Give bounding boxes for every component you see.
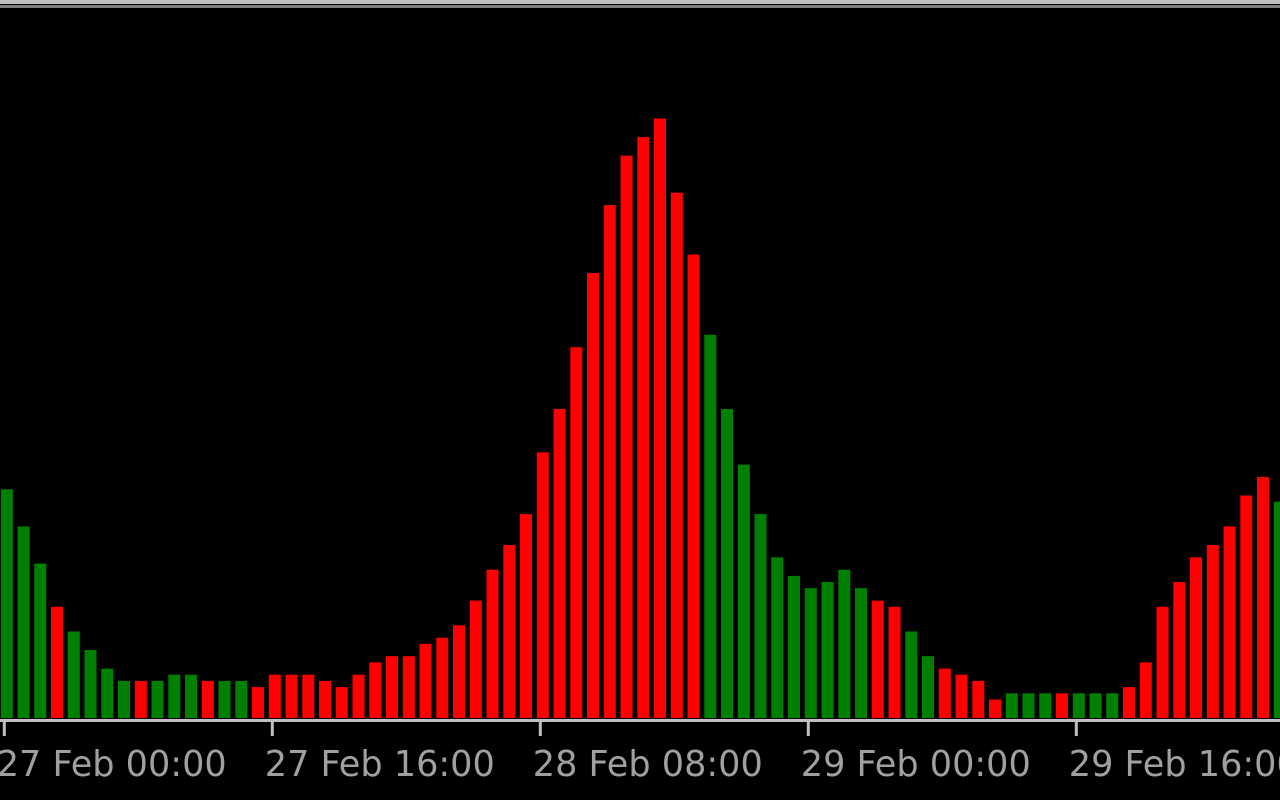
histogram-bar[interactable] <box>855 588 867 718</box>
histogram-bar[interactable] <box>469 600 482 718</box>
histogram-bar[interactable] <box>436 637 449 718</box>
histogram-bar[interactable] <box>871 600 884 718</box>
histogram-bar[interactable] <box>386 656 398 718</box>
x-tick-mark <box>1074 722 1078 736</box>
bar-series <box>0 118 1280 719</box>
volume-histogram[interactable]: 27 Feb 00:00 27 Feb 16:00 28 Feb 08:00 29 F… <box>0 0 1280 800</box>
histogram-bar[interactable] <box>788 575 800 718</box>
histogram-bar[interactable] <box>185 674 197 718</box>
histogram-bar[interactable] <box>67 631 80 719</box>
histogram-bar[interactable] <box>235 680 248 718</box>
histogram-bar[interactable] <box>268 674 281 718</box>
histogram-bar[interactable] <box>453 625 465 718</box>
histogram-bar[interactable] <box>134 680 147 718</box>
histogram-bar[interactable] <box>938 668 951 718</box>
histogram-bar[interactable] <box>419 643 432 718</box>
histogram-bar[interactable] <box>520 514 532 718</box>
histogram-bar[interactable] <box>168 674 181 718</box>
histogram-bar[interactable] <box>922 656 934 718</box>
histogram-bar[interactable] <box>0 489 13 718</box>
histogram-bar[interactable] <box>838 569 851 718</box>
x-tick-mark <box>806 722 810 736</box>
histogram-bar[interactable] <box>905 631 918 719</box>
x-axis <box>0 719 1280 722</box>
histogram-bar[interactable] <box>486 569 499 718</box>
histogram-bar[interactable] <box>17 526 30 718</box>
histogram-bar[interactable] <box>352 674 365 718</box>
histogram-bar[interactable] <box>670 192 683 718</box>
histogram-bar[interactable] <box>1257 477 1269 718</box>
histogram-bar[interactable] <box>1123 687 1135 718</box>
histogram-bar[interactable] <box>1190 557 1202 718</box>
histogram-bar[interactable] <box>402 656 415 718</box>
x-tick-mark <box>538 722 542 736</box>
histogram-bar[interactable] <box>1005 693 1018 718</box>
histogram-bar[interactable] <box>101 668 114 718</box>
histogram-bar[interactable] <box>51 606 63 718</box>
histogram-bar[interactable] <box>302 674 315 718</box>
histogram-bar[interactable] <box>1206 545 1219 718</box>
x-tick-label: 27 Feb 00:00 <box>0 744 227 785</box>
histogram-bar[interactable] <box>637 137 650 719</box>
x-tick-label: 29 Feb 16:00 <box>1069 744 1280 785</box>
histogram-bar[interactable] <box>1139 662 1152 718</box>
histogram-bar[interactable] <box>989 699 1001 719</box>
histogram-bar[interactable] <box>1273 501 1280 718</box>
x-tick-mark <box>270 722 274 736</box>
histogram-bar[interactable] <box>285 674 298 718</box>
histogram-bar[interactable] <box>553 409 566 718</box>
histogram-bar[interactable] <box>1056 693 1068 718</box>
histogram-bar[interactable] <box>821 582 834 718</box>
histogram-bar[interactable] <box>252 687 264 718</box>
histogram-bar[interactable] <box>1156 606 1169 718</box>
histogram-bar[interactable] <box>587 273 599 718</box>
histogram-bar[interactable] <box>1106 693 1119 718</box>
histogram-bar[interactable] <box>151 680 164 718</box>
histogram-bar[interactable] <box>687 254 700 719</box>
histogram-bar[interactable] <box>201 680 214 718</box>
histogram-bar[interactable] <box>1039 693 1052 718</box>
x-tick-label: 28 Feb 08:00 <box>533 744 763 785</box>
histogram-bar[interactable] <box>1072 693 1085 718</box>
histogram-bar[interactable] <box>570 347 583 718</box>
histogram-bar[interactable] <box>620 155 633 719</box>
x-tick-mark <box>2 722 6 736</box>
histogram-bar[interactable] <box>955 674 968 718</box>
histogram-bar[interactable] <box>654 118 666 719</box>
histogram-bar[interactable] <box>704 334 717 718</box>
histogram-bar[interactable] <box>888 606 901 718</box>
x-axis-line <box>0 719 1280 722</box>
x-axis-ticks: 27 Feb 00:00 27 Feb 16:00 28 Feb 08:00 29 F… <box>0 722 1280 785</box>
histogram-bar[interactable] <box>1240 495 1253 719</box>
histogram-bar[interactable] <box>771 557 784 718</box>
histogram-bar[interactable] <box>218 680 231 718</box>
histogram-bar[interactable] <box>34 563 47 719</box>
chart-window: 27 Feb 00:00 27 Feb 16:00 28 Feb 08:00 29 F… <box>0 0 1280 800</box>
histogram-bar[interactable] <box>335 687 348 718</box>
histogram-bar[interactable] <box>319 680 331 718</box>
histogram-bar[interactable] <box>503 545 516 718</box>
histogram-bar[interactable] <box>1223 526 1236 718</box>
histogram-bar[interactable] <box>804 588 817 718</box>
histogram-bar[interactable] <box>84 650 97 718</box>
histogram-bar[interactable] <box>972 680 985 718</box>
x-tick-label: 29 Feb 00:00 <box>801 744 1031 785</box>
histogram-bar[interactable] <box>369 662 382 718</box>
histogram-bar[interactable] <box>536 452 549 718</box>
histogram-bar[interactable] <box>1173 582 1186 718</box>
histogram-bar[interactable] <box>754 514 767 718</box>
histogram-bar[interactable] <box>1022 693 1035 718</box>
histogram-bar[interactable] <box>737 464 750 718</box>
histogram-bar[interactable] <box>603 205 616 719</box>
histogram-bar[interactable] <box>118 680 130 718</box>
histogram-bar[interactable] <box>721 409 733 718</box>
x-tick-label: 27 Feb 16:00 <box>265 744 495 785</box>
histogram-bar[interactable] <box>1089 693 1102 718</box>
